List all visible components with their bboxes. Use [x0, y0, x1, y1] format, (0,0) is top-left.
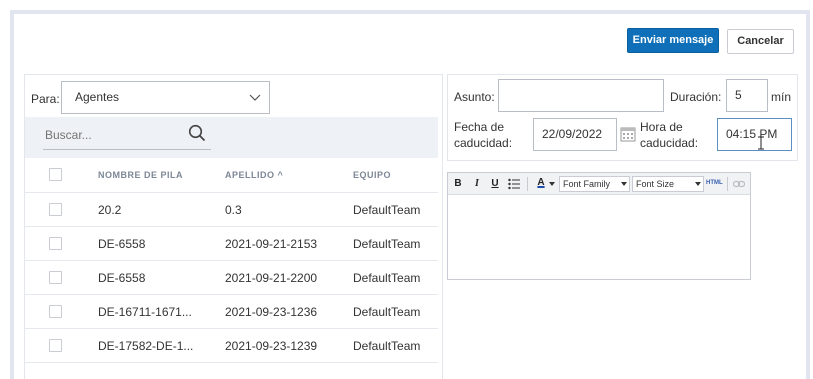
cell-first-name: DE-6558 [98, 271, 146, 285]
send-message-button[interactable]: Enviar mensaje [627, 28, 719, 53]
subject-input[interactable] [498, 79, 664, 112]
html-source-button[interactable]: HTML [706, 180, 723, 186]
toolbar-separator [527, 177, 528, 191]
font-color-dropdown-icon[interactable] [549, 182, 555, 186]
chevron-down-icon [249, 94, 261, 101]
expiry-date-input[interactable]: 22/09/2022 [533, 118, 617, 151]
cell-last-name: 0.3 [225, 203, 242, 217]
row-divider [25, 328, 438, 329]
row-checkbox[interactable] [49, 305, 62, 318]
cell-first-name: DE-16711-1671... [98, 305, 192, 319]
cell-last-name: 2021-09-23-1236 [225, 305, 318, 319]
expiry-time-label: Hora de [640, 120, 683, 134]
italic-button[interactable]: I [471, 177, 483, 191]
underline-button[interactable]: U [489, 177, 501, 191]
bullet-list-icon[interactable] [508, 178, 521, 190]
column-header-last-name[interactable]: APELLIDO ^ [225, 170, 283, 180]
cancel-button[interactable]: Cancelar [727, 29, 794, 54]
chevron-down-icon [695, 182, 701, 186]
font-family-value: Font Family [563, 179, 611, 189]
duration-input[interactable]: 5 [726, 79, 768, 112]
row-divider [25, 294, 438, 295]
font-family-select[interactable]: Font Family [559, 176, 630, 192]
column-header-first-name[interactable]: NOMBRE DE PILA [98, 170, 183, 180]
expiry-time-input[interactable]: 04:15 PM [717, 118, 792, 151]
cell-first-name: DE-6558 [98, 237, 146, 251]
calendar-icon[interactable] [620, 126, 636, 142]
cell-team: DefaultTeam [353, 237, 421, 251]
recipient-type-select[interactable]: Agentes [61, 81, 270, 114]
search-icon[interactable] [188, 124, 206, 142]
recipient-type-value: Agentes [75, 90, 120, 104]
expiry-date-label: Fecha de [454, 120, 505, 134]
cell-team: DefaultTeam [353, 271, 421, 285]
bold-button[interactable]: B [452, 177, 464, 191]
subject-label: Asunto: [454, 90, 495, 104]
font-color-button[interactable]: A [535, 176, 547, 190]
cell-first-name: 20.2 [98, 203, 122, 217]
row-divider [25, 192, 438, 193]
row-checkbox[interactable] [49, 271, 62, 284]
search-input[interactable] [43, 121, 211, 150]
row-divider [25, 260, 438, 261]
chevron-down-icon [621, 182, 627, 186]
link-icon[interactable] [733, 179, 745, 189]
column-header-team[interactable]: EQUIPO [353, 170, 391, 180]
row-checkbox[interactable] [49, 237, 62, 250]
to-label: Para: [31, 92, 60, 106]
editor-body[interactable] [449, 196, 749, 278]
cell-team: DefaultTeam [353, 339, 421, 353]
row-divider [25, 226, 438, 227]
row-divider [25, 362, 438, 363]
row-checkbox[interactable] [49, 203, 62, 216]
cell-last-name: 2021-09-21-2153 [225, 237, 318, 251]
duration-unit: mín [771, 90, 792, 104]
font-size-select[interactable]: Font Size [632, 176, 704, 192]
toolbar-separator [727, 177, 728, 191]
cell-team: DefaultTeam [353, 203, 421, 217]
cell-first-name: DE-17582-DE-1... [98, 339, 194, 353]
text-cursor-icon [758, 136, 764, 150]
cell-last-name: 2021-09-21-2200 [225, 271, 318, 285]
cell-last-name: 2021-09-23-1239 [225, 339, 318, 353]
font-size-value: Font Size [636, 179, 675, 189]
expiry-date-label-line2: caducidad: [454, 136, 513, 150]
select-all-checkbox[interactable] [49, 168, 62, 181]
expiry-time-label-line2: caducidad: [640, 136, 699, 150]
duration-label: Duración: [670, 90, 722, 104]
cell-team: DefaultTeam [353, 305, 421, 319]
row-checkbox[interactable] [49, 339, 62, 352]
